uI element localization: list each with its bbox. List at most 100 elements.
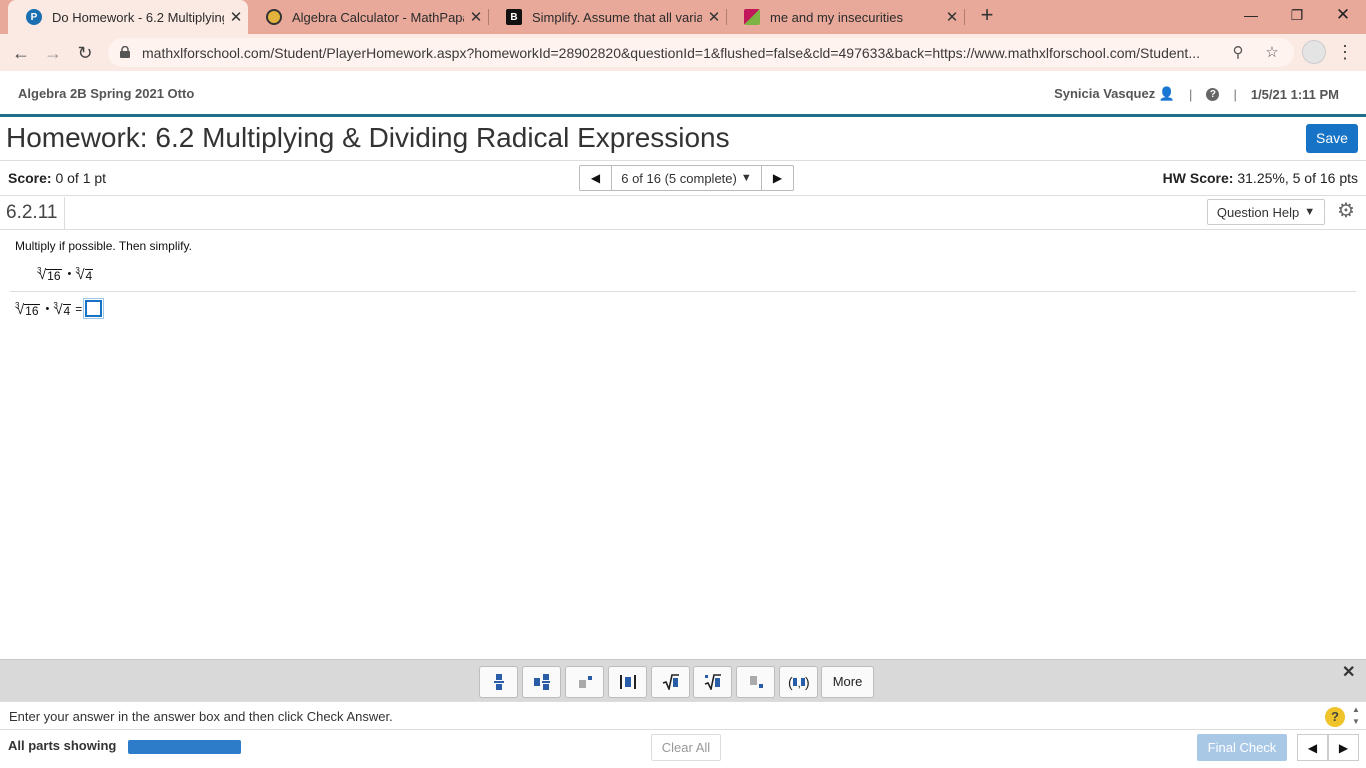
previous-question-button[interactable]: ◀ [580,166,611,190]
user-icon: 👤 [1158,86,1176,101]
clear-all-button[interactable]: Clear All [651,734,721,761]
equals-sign: = [75,301,83,316]
address-bar: ← → ↻ mathxlforschool.com/Student/Player… [0,34,1366,71]
scroll-down-icon[interactable]: ▼ [1352,717,1360,726]
mixed-number-button[interactable] [522,666,561,698]
more-button[interactable]: More [821,666,874,698]
caret-down-icon: ▼ [1304,206,1316,218]
restore-icon[interactable]: ❐ [1274,0,1320,30]
nth-root-icon [704,674,721,690]
date-time: 1/5/21 1:11 PM [1250,86,1339,102]
cube-root-4: 3 √ 4 [53,300,72,317]
exponent-button[interactable] [565,666,604,698]
divider [0,160,1366,161]
reload-icon[interactable]: ↻ [72,40,98,66]
forward-arrow-icon[interactable]: → [40,40,66,66]
close-icon[interactable]: ✕ [1342,662,1355,682]
subscript-button[interactable] [736,666,775,698]
answer-expression: 3 √ 16 • 3 √ 4 = [15,298,105,319]
absolute-value-button[interactable] [608,666,647,698]
multiply-dot: • [67,268,72,280]
close-icon[interactable]: ✕ [464,8,488,26]
close-icon[interactable]: ✕ [940,8,964,26]
nth-root-button[interactable] [693,666,732,698]
help-circle-icon[interactable]: ? [1325,707,1345,727]
fraction-button[interactable] [479,666,518,698]
exponent-icon [578,676,592,688]
footer-bar: All parts showing Clear All Final Check … [0,729,1366,768]
progress-fill [128,740,241,754]
next-question-button[interactable]: ▶ [762,166,793,190]
user-name: Synicia Vasquez [1054,86,1156,101]
previous-button[interactable]: ◀ [1297,734,1328,761]
divider [0,195,1366,196]
question-selector[interactable]: 6 of 16 (5 complete) ▼ [611,166,762,190]
save-button[interactable]: Save [1306,124,1358,153]
divider: | [1233,86,1237,102]
question-expression: 3 √ 16 • 3 √ 4 [37,266,95,282]
url-field[interactable]: mathxlforschool.com/Student/PlayerHomewo… [108,38,1294,67]
question-instruction: Multiply if possible. Then simplify. [15,239,192,253]
hint-bar: Enter your answer in the answer box and … [0,701,1366,729]
window-close-icon[interactable]: ✕ [1320,0,1366,30]
parts-progress-bar [128,740,241,754]
divider: | [1189,86,1193,102]
radicand: 4 [84,269,94,283]
url-text: mathxlforschool.com/Student/PlayerHomewo… [142,45,1200,61]
question-help-label: Question Help [1216,204,1300,220]
radical-index: 3 [75,266,80,275]
zoom-icon[interactable]: ⚲ [1228,43,1248,63]
mixed-number-icon [533,674,550,690]
brainly-icon: B [506,9,522,25]
question-number: 6.2.11 [6,202,58,223]
course-name: Algebra 2B Spring 2021 Otto [18,86,195,101]
browser-tab-insecurities[interactable]: me and my insecurities ✕ [726,0,964,34]
browser-tab-mathpapa[interactable]: Algebra Calculator - MathPapa ✕ [248,0,488,34]
final-check-button[interactable]: Final Check [1197,734,1287,761]
score-value: 0 of 1 pt [55,170,107,186]
math-toolbar: (,) More ✕ [0,659,1366,701]
pearson-icon: P [26,9,42,25]
answer-input[interactable] [83,298,105,319]
cube-root-16: 3 √ 16 [15,301,40,317]
browser-tab-brainly[interactable]: B Simplify. Assume that all variable ✕ [488,0,726,34]
user-name-link[interactable]: Synicia Vasquez 👤 [1054,86,1175,102]
course-header: Algebra 2B Spring 2021 Otto Synicia Vasq… [0,71,1366,117]
radical-index: 3 [15,300,20,310]
page-title: Homework: 6.2 Multiplying & Dividing Rad… [6,122,730,153]
back-arrow-icon[interactable]: ← [8,40,34,66]
gear-icon[interactable]: ⚙ [1336,201,1356,221]
lock-icon [120,46,130,58]
ordered-pair-button[interactable]: (,) [779,666,818,698]
radical-index: 3 [53,300,58,310]
tab-divider [964,9,965,25]
hw-score-value: 31.25%, 5 of 16 pts [1237,170,1358,186]
new-tab-icon[interactable]: + [976,4,998,27]
all-parts-label: All parts showing [8,738,117,753]
fraction-icon [493,674,504,690]
tab-label: Simplify. Assume that all variable [532,9,702,25]
bookmark-star-icon[interactable]: ☆ [1262,43,1282,63]
profile-avatar-icon[interactable] [1302,40,1326,64]
hw-score-label: HW Score: [1162,170,1234,186]
subscript-icon [749,676,763,688]
svg-text:,: , [797,676,800,690]
question-help-button[interactable]: Question Help ▼ [1207,199,1325,225]
tab-label: Do Homework - 6.2 Multiplying & [52,9,224,25]
tab-label: me and my insecurities [770,9,903,25]
next-button[interactable]: ▶ [1328,734,1359,761]
square-root-button[interactable] [651,666,690,698]
close-icon[interactable]: ✕ [702,8,726,26]
radicand: 16 [24,303,40,318]
minimize-icon[interactable]: — [1228,0,1274,30]
scroll-up-icon[interactable]: ▲ [1352,705,1360,714]
browser-tab-strip: P Do Homework - 6.2 Multiplying & ✕ Alge… [0,0,1366,34]
cube-root-16: 3 √ 16 [37,266,62,282]
svg-text:): ) [805,674,810,690]
browser-tab-homework[interactable]: P Do Homework - 6.2 Multiplying & ✕ [8,0,248,34]
help-circle-icon[interactable]: ? [1206,87,1220,101]
svg-text:(: ( [788,674,793,690]
close-icon[interactable]: ✕ [224,8,248,26]
browser-menu-icon[interactable]: ⋮ [1336,40,1354,64]
question-score: Score: 0 of 1 pt [8,170,106,186]
